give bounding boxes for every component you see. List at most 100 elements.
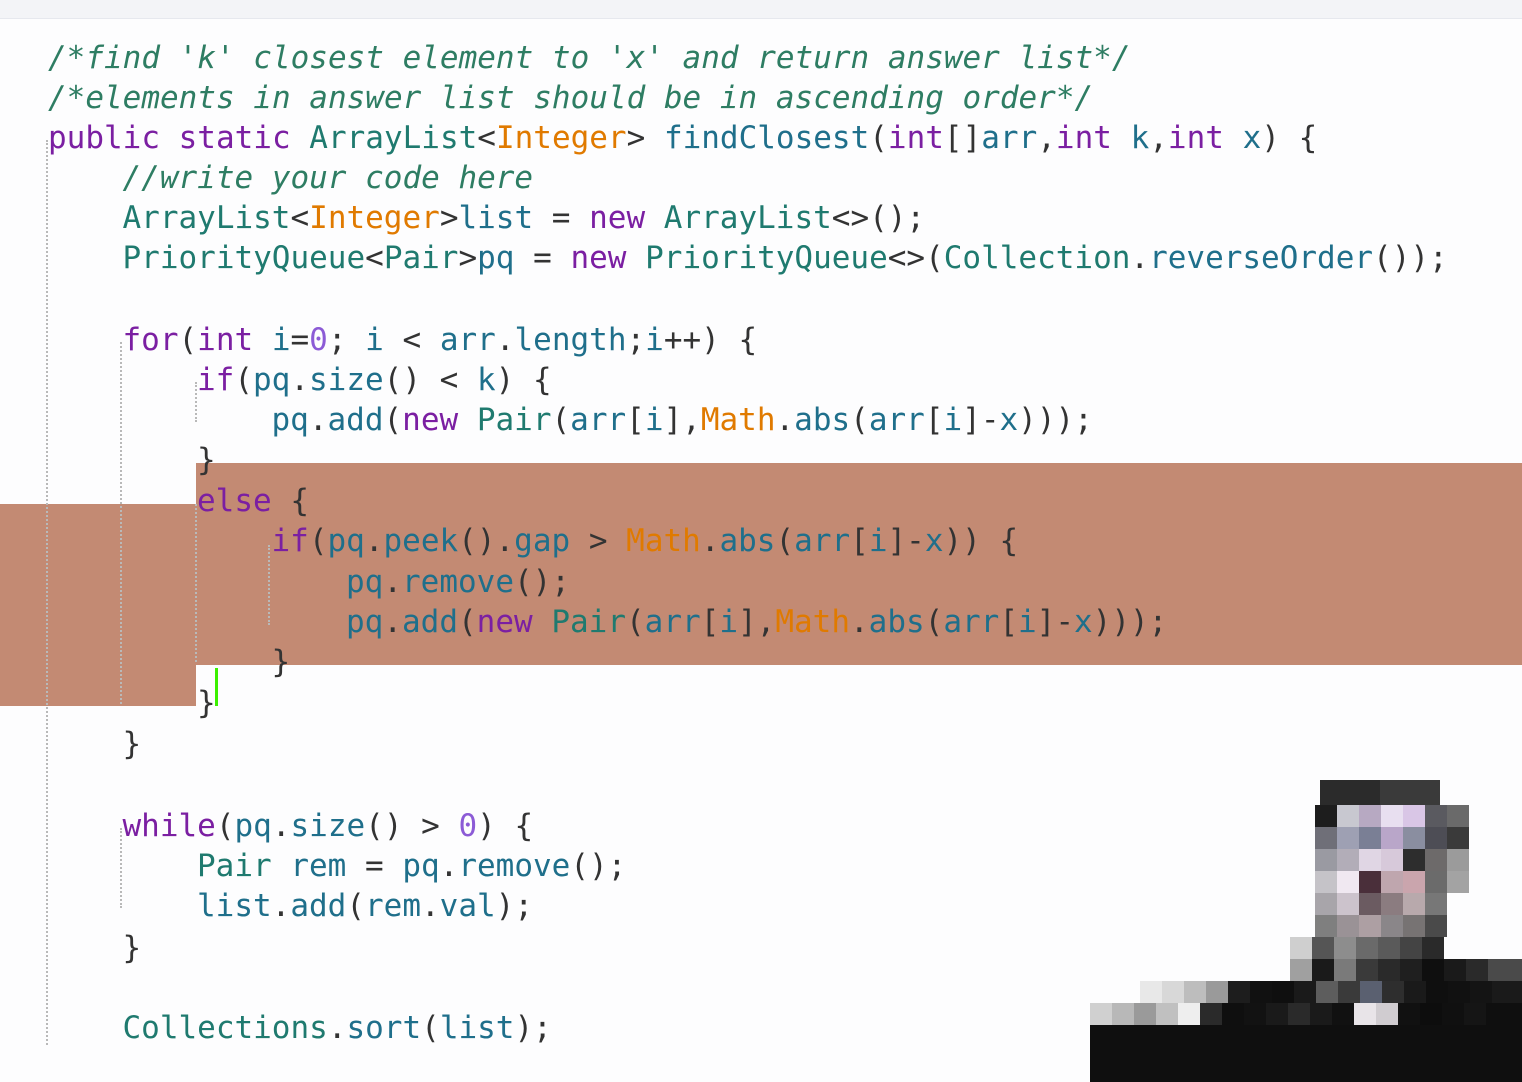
code-line[interactable]: } bbox=[272, 642, 291, 682]
code-line[interactable]: ArrayList<Integer>list = new ArrayList<>… bbox=[123, 198, 926, 238]
code-token: <>( bbox=[887, 240, 944, 276]
code-line[interactable]: list.add(rem.val); bbox=[197, 886, 533, 926]
code-line[interactable]: Collections.sort(list); bbox=[123, 1008, 552, 1048]
code-token: Integer bbox=[495, 120, 627, 156]
code-token: reverseOrder bbox=[1149, 240, 1374, 276]
code-line[interactable]: PriorityQueue<Pair>pq = new PriorityQueu… bbox=[123, 238, 1448, 278]
webcam-pixel bbox=[1359, 849, 1381, 871]
code-line[interactable]: public static ArrayList<Integer> findClo… bbox=[48, 118, 1317, 158]
code-token: ( bbox=[850, 402, 869, 438]
webcam-pixel bbox=[1447, 827, 1469, 849]
webcam-pixel bbox=[1134, 1003, 1156, 1025]
code-token: ( bbox=[625, 604, 645, 640]
webcam-pixel bbox=[1337, 805, 1359, 827]
code-line[interactable]: else { bbox=[197, 481, 309, 521]
code-token: pq bbox=[271, 402, 309, 438]
code-token: Pair bbox=[476, 402, 552, 438]
code-token: [ bbox=[700, 604, 720, 640]
webcam-pixel bbox=[1090, 1003, 1112, 1025]
code-token: ) { bbox=[1261, 120, 1318, 156]
code-line[interactable]: if(pq.size() < k) { bbox=[197, 360, 552, 400]
code-token: ], bbox=[663, 402, 701, 438]
webcam-pixel bbox=[1315, 871, 1337, 893]
webcam-pixel bbox=[1422, 937, 1444, 959]
code-line[interactable]: pq.add(new Pair(arr[i],Math.abs(arr[i]-x… bbox=[346, 602, 1167, 642]
webcam-pixel bbox=[1356, 959, 1378, 981]
code-token: add bbox=[290, 888, 347, 924]
code-line[interactable]: } bbox=[197, 440, 216, 480]
code-line[interactable]: pq.remove(); bbox=[346, 562, 570, 602]
code-token: (). bbox=[458, 523, 515, 559]
code-token: , bbox=[1037, 120, 1056, 156]
webcam-pixel bbox=[1090, 1025, 1522, 1082]
webcam-pixel bbox=[1382, 981, 1404, 1003]
code-line[interactable]: /*elements in answer list should be in a… bbox=[48, 78, 1093, 118]
code-token: Math bbox=[626, 523, 701, 559]
code-token: int bbox=[887, 120, 944, 156]
code-line[interactable]: pq.add(new Pair(arr[i],Math.abs(arr[i]-x… bbox=[272, 400, 1093, 440]
webcam-pixel bbox=[1425, 827, 1447, 849]
code-token: rem bbox=[365, 888, 421, 924]
code-token: x bbox=[1074, 604, 1093, 640]
webcam-pixel bbox=[1222, 1003, 1244, 1025]
code-token: . bbox=[775, 402, 795, 438]
code-token: size bbox=[309, 362, 384, 398]
webcam-pixel bbox=[1337, 893, 1359, 915]
code-token: i bbox=[868, 523, 888, 559]
code-line[interactable]: while(pq.size() > 0) { bbox=[123, 806, 534, 846]
webcam-pixel bbox=[1337, 871, 1359, 893]
code-token: ]- bbox=[887, 523, 925, 559]
code-line[interactable]: /*find 'k' closest element to 'x' and re… bbox=[48, 38, 1131, 78]
code-token: ++) { bbox=[663, 322, 758, 358]
code-token: } bbox=[122, 930, 142, 966]
code-token: pq bbox=[346, 604, 384, 640]
code-token: x bbox=[999, 402, 1019, 438]
code-token: . bbox=[439, 848, 459, 884]
webcam-pixel bbox=[1360, 981, 1382, 1003]
code-token: . bbox=[271, 808, 291, 844]
code-token: . bbox=[849, 604, 869, 640]
webcam-pixel bbox=[1156, 1003, 1178, 1025]
code-line[interactable]: for(int i=0; i < arr.length;i++) { bbox=[123, 320, 758, 360]
code-token: //write your code here bbox=[122, 160, 534, 196]
code-token: Math bbox=[700, 402, 776, 438]
code-token: if bbox=[197, 362, 235, 398]
selection-highlight-left bbox=[0, 504, 196, 706]
code-line[interactable]: } bbox=[123, 724, 142, 764]
webcam-pixel bbox=[1381, 805, 1403, 827]
code-token: pq bbox=[477, 240, 515, 276]
code-token: public static bbox=[48, 120, 310, 156]
code-line[interactable]: Pair rem = pq.remove(); bbox=[197, 846, 626, 886]
code-token: ArrayList bbox=[663, 200, 832, 236]
code-line[interactable]: } bbox=[197, 683, 216, 723]
webcam-pixel bbox=[1403, 915, 1425, 937]
code-line[interactable]: if(pq.peek().gap > Math.abs(arr[i]-x)) { bbox=[272, 521, 1019, 561]
code-token: remove bbox=[402, 564, 514, 600]
webcam-pixel bbox=[1315, 893, 1337, 915]
code-line[interactable]: } bbox=[123, 928, 142, 968]
webcam-pixel bbox=[1422, 959, 1444, 981]
webcam-pixel bbox=[1381, 871, 1403, 893]
code-token: ; bbox=[327, 322, 366, 358]
code-token: arr bbox=[868, 402, 925, 438]
webcam-pixel bbox=[1404, 981, 1426, 1003]
code-token: (); bbox=[570, 848, 627, 884]
webcam-pixel bbox=[1381, 915, 1403, 937]
code-token: i bbox=[719, 604, 738, 640]
code-token: . bbox=[383, 564, 402, 600]
code-token: < bbox=[365, 240, 384, 276]
text-cursor bbox=[215, 668, 218, 706]
code-token: ]- bbox=[1036, 604, 1074, 640]
code-token: } bbox=[122, 726, 142, 762]
webcam-pixel bbox=[1337, 827, 1359, 849]
webcam-pixel bbox=[1290, 937, 1312, 959]
code-token: while bbox=[122, 808, 216, 844]
webcam-pixel bbox=[1356, 937, 1378, 959]
code-token: add bbox=[327, 402, 384, 438]
code-token: i bbox=[644, 402, 664, 438]
code-line[interactable]: //write your code here bbox=[123, 158, 534, 198]
code-token: /*elements in answer list should be in a… bbox=[48, 80, 1094, 116]
code-token: < bbox=[383, 322, 440, 358]
indent-guide bbox=[195, 504, 197, 662]
code-token: ArrayList bbox=[309, 120, 478, 156]
